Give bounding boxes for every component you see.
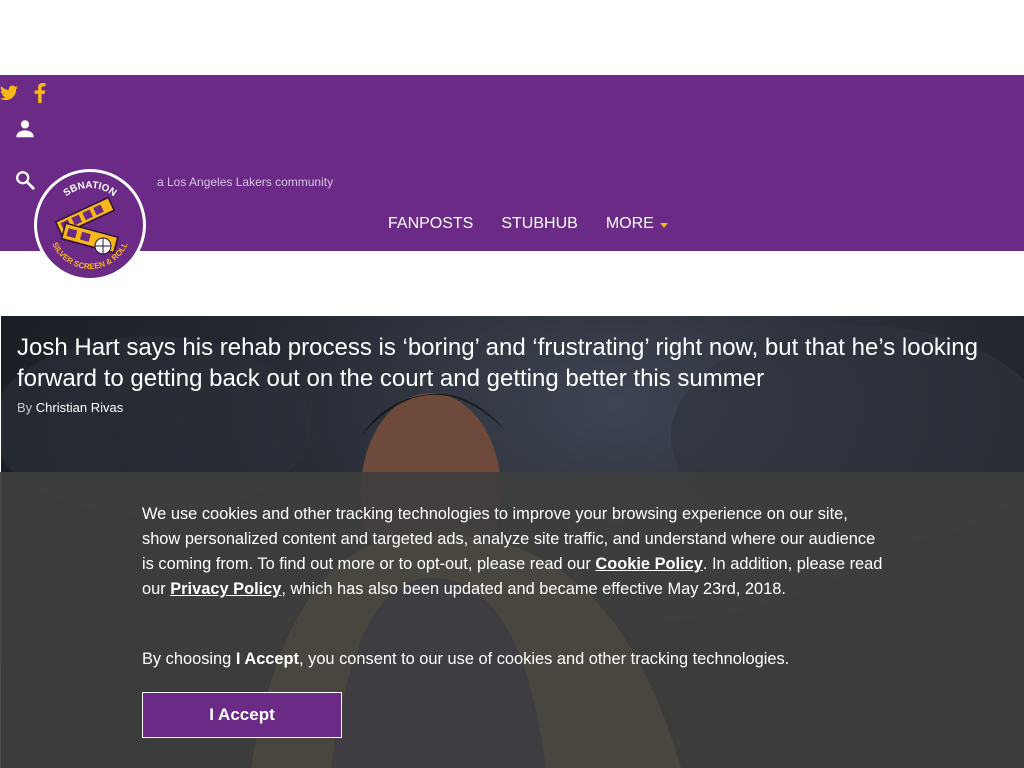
privacy-policy-link[interactable]: Privacy Policy xyxy=(170,580,281,598)
facebook-icon[interactable] xyxy=(34,83,46,103)
social-links xyxy=(0,83,46,103)
main-nav: FANPOSTS STUBHUB MORE xyxy=(388,215,696,233)
accept-button[interactable]: I Accept xyxy=(142,692,342,738)
search-icon[interactable] xyxy=(14,169,36,191)
cookie-text-3: , which has also been updated and became… xyxy=(281,580,786,598)
nav-more-label: MORE xyxy=(605,215,654,232)
top-ad-space xyxy=(0,0,1024,75)
author-link[interactable]: Christian Rivas xyxy=(36,400,123,415)
user-icon[interactable] xyxy=(14,118,36,140)
byline-prefix: By xyxy=(17,400,33,415)
site-tagline: a Los Angeles Lakers community xyxy=(157,175,334,189)
cookie-consent-banner: We use cookies and other tracking techno… xyxy=(0,472,1024,768)
masthead: SBNATION SILVER SCREEN & ROLL a Los Ange… xyxy=(0,75,1024,281)
nav-stubhub[interactable]: STUBHUB xyxy=(501,215,577,233)
consent-accept-term: I Accept xyxy=(235,650,300,668)
consent-text-1: By choosing xyxy=(142,650,236,668)
nav-stubhub-label: STUBHUB xyxy=(501,215,578,232)
logo-top-text: SBNATION xyxy=(62,180,119,199)
twitter-icon[interactable] xyxy=(0,85,18,101)
logo-artwork: SBNATION SILVER SCREEN & ROLL xyxy=(50,180,129,271)
nav-fanposts-label: FANPOSTS xyxy=(388,215,474,232)
cookie-policy-link[interactable]: Cookie Policy xyxy=(595,555,702,573)
nav-more[interactable]: MORE xyxy=(606,215,668,233)
cookie-notice-text: We use cookies and other tracking techno… xyxy=(142,502,890,602)
nav-fanposts[interactable]: FANPOSTS xyxy=(388,215,473,233)
logo-badge: SBNATION SILVER SCREEN & ROLL xyxy=(37,172,143,278)
caret-down-icon xyxy=(659,222,668,228)
article-title[interactable]: Josh Hart says his rehab process is ‘bor… xyxy=(17,332,997,394)
consent-text-2: , you consent to our use of cookies and … xyxy=(299,650,790,668)
svg-text:SBNATION: SBNATION xyxy=(62,180,119,199)
site-logo[interactable]: SBNATION SILVER SCREEN & ROLL xyxy=(34,169,146,281)
cookie-consent-text: By choosing I Accept, you consent to our… xyxy=(142,647,890,672)
article-byline: By Christian Rivas xyxy=(17,400,123,415)
